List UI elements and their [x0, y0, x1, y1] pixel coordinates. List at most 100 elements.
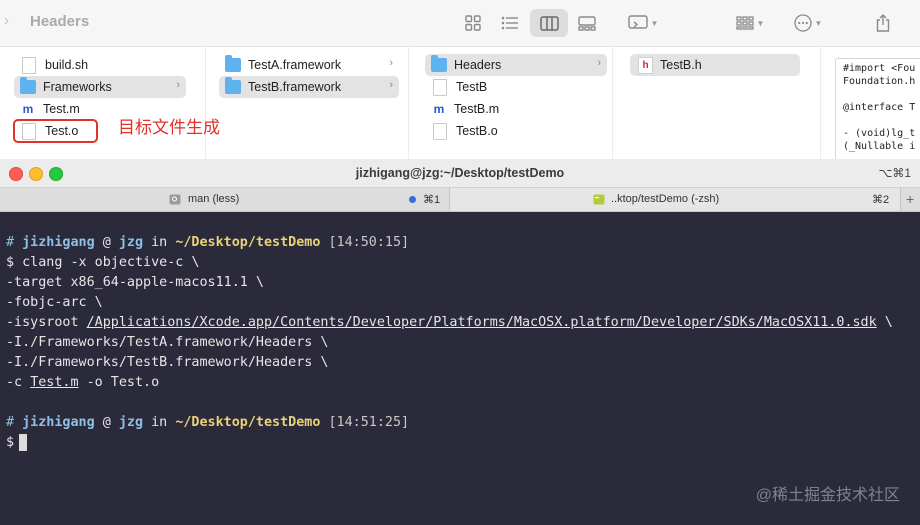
finder-title: Headers	[30, 13, 90, 30]
list-item[interactable]: build.sh	[14, 54, 186, 76]
chevron-right-icon: ›	[597, 57, 601, 69]
file-name: TestB.o	[456, 124, 498, 138]
tab-label: ..ktop/testDemo (-zsh)	[611, 193, 720, 205]
folder-icon	[225, 77, 241, 94]
prompt-user: jizhigang	[22, 235, 95, 250]
prompt-line: # jizhigang @ jzg in ~/Desktop/testDemo …	[6, 413, 409, 433]
m-file-icon: m	[22, 102, 34, 116]
list-item[interactable]: TestA.framework ›	[219, 54, 399, 76]
preview-line: (_Nullable i	[843, 141, 916, 152]
chevron-right-icon: ›	[389, 57, 393, 69]
file-name: Headers	[454, 58, 502, 72]
action-menu-button[interactable]: ▼	[620, 9, 666, 37]
command-line: -I./Frameworks/TestA.framework/Headers \	[6, 335, 329, 350]
terminal-window: jizhigang@jzg:~/Desktop/testDemo ⌥⌘1 man…	[0, 159, 920, 525]
share-button[interactable]	[870, 9, 896, 37]
list-item[interactable]: Frameworks ›	[14, 76, 186, 98]
command-line: -I./Frameworks/TestB.framework/Headers \	[6, 355, 329, 370]
list-item[interactable]: Headers ›	[425, 54, 607, 76]
prompt-dollar: $	[6, 435, 15, 450]
prompt-hash: #	[6, 415, 15, 430]
file-name: Frameworks	[43, 80, 112, 94]
command-line: -c Test.m -o Test.o	[6, 373, 159, 393]
finder-column-4: h TestB.h	[616, 47, 821, 160]
more-options-button[interactable]: ▼	[788, 9, 828, 37]
chevron-right-icon: ›	[389, 79, 393, 91]
list-item[interactable]: TestB.framework ›	[219, 76, 399, 98]
group-icon	[735, 16, 754, 30]
preview-line: @interface T	[843, 102, 916, 113]
chevron-right-icon: ›	[176, 79, 180, 91]
prompt-host: jzg	[118, 235, 144, 250]
terminal-tab-icon	[593, 194, 605, 205]
tab-label: man (less)	[188, 193, 240, 205]
file-name: Test.m	[43, 102, 80, 116]
gallery-view-button[interactable]	[574, 9, 600, 37]
prompt-path: ~/Desktop/testDemo	[175, 415, 321, 430]
prompt-at: @	[102, 235, 111, 250]
prompt-time: [14:50:15]	[328, 235, 410, 250]
command-line: -fobjc-arc \	[6, 295, 103, 310]
flag-text: -c	[6, 375, 31, 390]
file-name: TestB	[456, 80, 488, 94]
ellipsis-icon	[793, 14, 812, 32]
group-by-button[interactable]: ▼	[730, 9, 770, 37]
prompt-host: jzg	[118, 415, 144, 430]
window-title: jizhigang@jzg:~/Desktop/testDemo	[355, 166, 565, 180]
prompt-in: in	[151, 235, 168, 250]
icon-view-button[interactable]	[460, 9, 486, 37]
terminal-output[interactable]: # jizhigang @ jzg in ~/Desktop/testDemo …	[0, 212, 920, 525]
share-icon	[876, 14, 890, 32]
finder-column-1: build.sh Frameworks › m Test.m Test.o	[0, 47, 206, 160]
preview-line: - (void)lg_t	[843, 128, 916, 139]
preview-line: Foundation.h	[843, 76, 916, 87]
prompt-path: ~/Desktop/testDemo	[175, 235, 321, 250]
finder-column-3: Headers › TestB m TestB.m TestB.o	[412, 47, 613, 160]
terminal-tab-icon	[169, 194, 181, 205]
gallery-icon	[578, 15, 596, 31]
line-continuation: \	[876, 315, 893, 330]
file-name: build.sh	[45, 58, 89, 72]
tab-bar: man (less) ⌘1 ..ktop/testDemo (-zsh) ⌘2 …	[0, 188, 920, 212]
new-tab-button[interactable]: +	[900, 188, 920, 211]
list-view-button[interactable]	[496, 9, 522, 37]
command-line: $ clang -x objective-c \	[6, 255, 200, 270]
list-icon	[501, 16, 518, 30]
output-flag-text: -o Test.o	[78, 375, 160, 390]
columns-icon	[539, 15, 559, 31]
highlight-box	[13, 119, 98, 143]
annotation-label: 目标文件生成	[118, 118, 220, 137]
file-name: TestB.m	[454, 102, 500, 116]
tab-zsh[interactable]: ..ktop/testDemo (-zsh) ⌘2	[450, 188, 900, 211]
tab-shortcut: ⌘2	[872, 194, 890, 206]
input-line[interactable]: $	[6, 433, 28, 453]
list-item[interactable]: TestB.o	[425, 120, 607, 142]
sdk-path-link[interactable]: /Applications/Xcode.app/Contents/Develop…	[87, 315, 877, 330]
list-item[interactable]: TestB	[425, 76, 607, 98]
chevron-down-icon: ▼	[650, 18, 659, 28]
chevron-down-icon: ▼	[756, 18, 765, 28]
preview-line: #import <Fou	[843, 63, 916, 74]
chevron-down-icon: ▼	[814, 18, 823, 28]
folder-icon	[225, 55, 241, 72]
m-file-icon: m	[433, 102, 445, 116]
back-chevron-icon[interactable]: ›	[4, 12, 9, 29]
prompt-line: # jizhigang @ jzg in ~/Desktop/testDemo …	[6, 233, 409, 253]
text-cursor	[19, 433, 28, 451]
tab-man-less[interactable]: man (less) ⌘1	[0, 188, 450, 211]
finder-window: › Headers ▼ ▼ ▼ build.sh Frameworks › m …	[0, 0, 920, 160]
file-name: TestB.h	[660, 58, 702, 72]
prompt-in: in	[151, 415, 168, 430]
list-item[interactable]: h TestB.h	[630, 54, 800, 76]
prompt-at: @	[102, 415, 111, 430]
column-view-button[interactable]	[530, 9, 568, 37]
terminal-titlebar[interactable]: jizhigang@jzg:~/Desktop/testDemo ⌥⌘1	[0, 159, 920, 188]
file-name: TestB.framework	[248, 80, 342, 94]
source-file-link[interactable]: Test.m	[30, 375, 78, 390]
finder-column-2: TestA.framework › TestB.framework ›	[209, 47, 409, 160]
command-line: -target x86_64-apple-macos11.1 \	[6, 275, 264, 290]
prompt-time: [14:51:25]	[328, 415, 410, 430]
list-item[interactable]: m TestB.m	[425, 98, 607, 120]
file-preview: #import <Fou Foundation.h @interface T -…	[835, 58, 920, 160]
tab-shortcut: ⌘1	[423, 194, 441, 206]
